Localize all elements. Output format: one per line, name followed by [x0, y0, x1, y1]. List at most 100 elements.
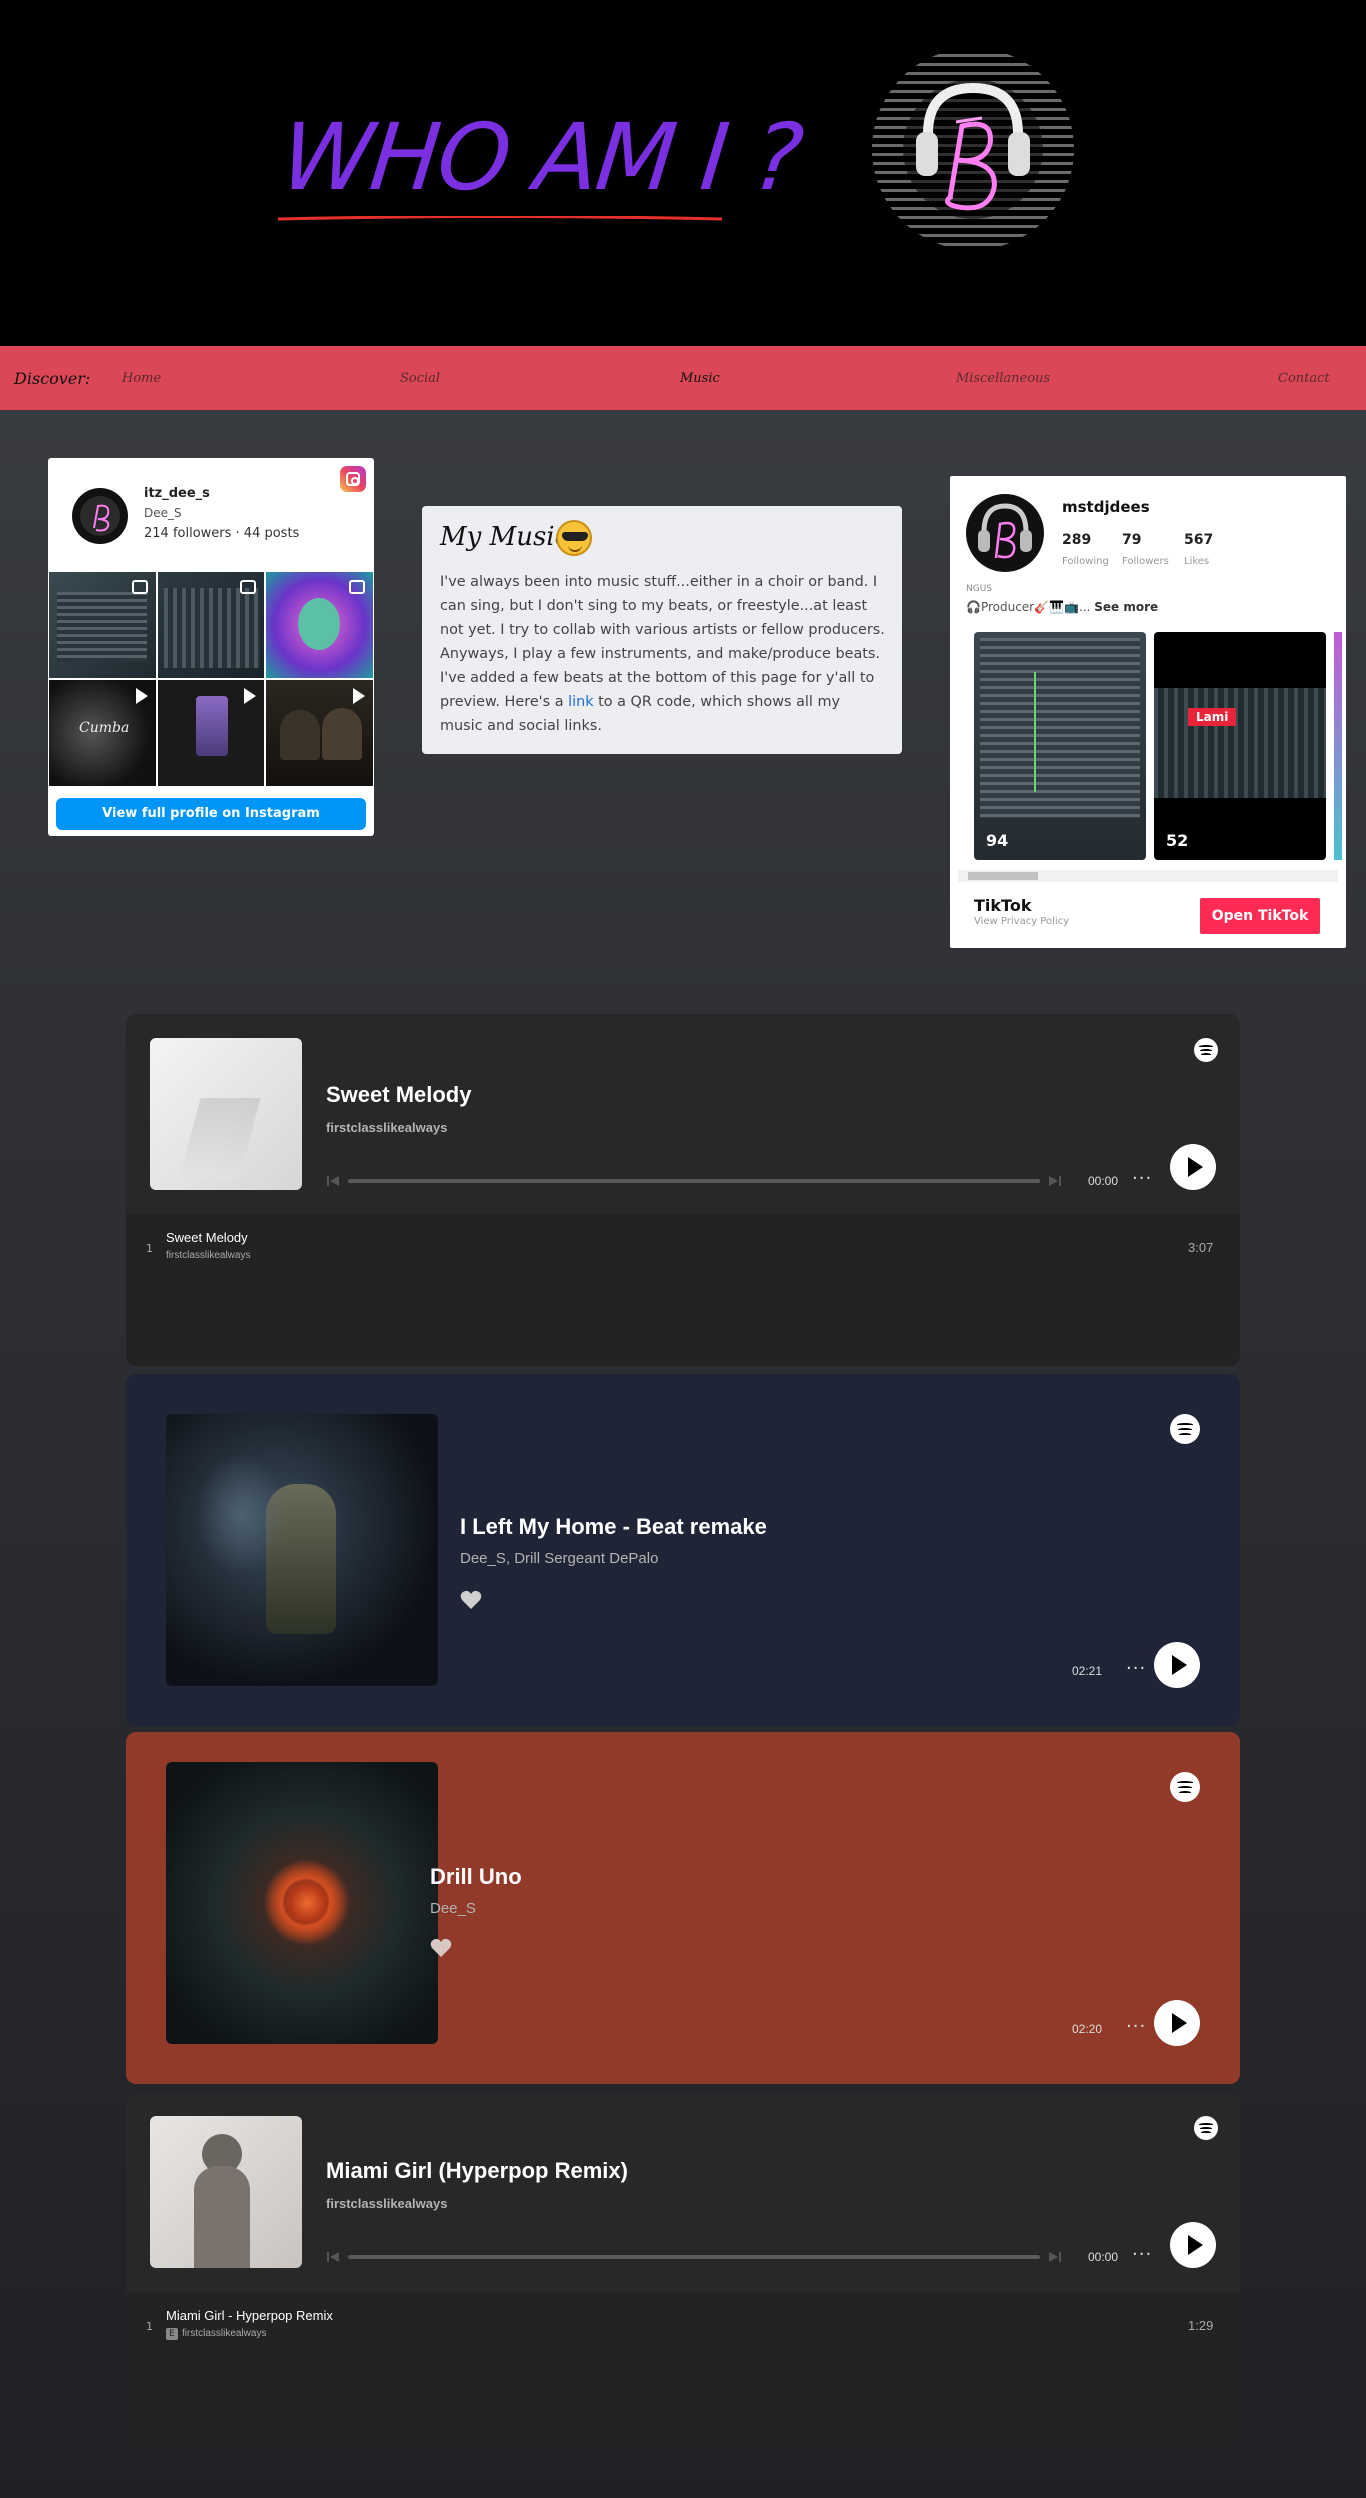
tiktok-view-count: 94	[986, 831, 1009, 850]
spotify-icon[interactable]	[1194, 1038, 1218, 1062]
album-art[interactable]	[166, 1762, 438, 2044]
spotify-embed: Drill Uno Dee_S 02:20 ···	[126, 1732, 1240, 2084]
tiktok-embed: mstdjdees 289 Following 79 Followers 567…	[950, 476, 1346, 948]
qr-code-link[interactable]: link	[568, 694, 593, 710]
play-button[interactable]	[1170, 2222, 1216, 2268]
more-options-icon[interactable]: ···	[1132, 1168, 1152, 1189]
video-icon	[352, 688, 365, 704]
logo-monogram-icon	[903, 79, 1043, 219]
spotify-icon[interactable]	[1170, 1772, 1200, 1802]
instagram-display-name: Dee_S	[144, 506, 182, 520]
tiktok-username[interactable]: mstdjdees	[1062, 498, 1150, 516]
instagram-avatar[interactable]	[72, 488, 128, 544]
instagram-stats: 214 followers · 44 posts	[144, 526, 300, 541]
track-title[interactable]: Drill Uno	[430, 1864, 522, 1890]
tiktok-likes-label: Likes	[1184, 556, 1210, 567]
instagram-post[interactable]: Cumba	[49, 680, 156, 786]
track-list: 1 Miami Girl - Hyperpop Remix E firstcla…	[126, 2292, 1240, 2446]
track-artist[interactable]: Dee_S	[430, 1900, 476, 1917]
heart-icon[interactable]	[460, 1590, 482, 1610]
instagram-username[interactable]: itz_dee_s	[144, 486, 210, 501]
instagram-post-text: Cumba	[79, 720, 130, 736]
track-artist[interactable]: firstclasslikealways	[326, 2196, 447, 2211]
nav-social[interactable]: Social	[400, 371, 440, 386]
instagram-icon[interactable]	[340, 466, 366, 492]
tiktok-video[interactable]: Lami 52	[1154, 632, 1326, 860]
nav-music[interactable]: Music	[680, 371, 720, 386]
track-artist[interactable]: Dee_S, Drill Sergeant DePalo	[460, 1550, 658, 1567]
spotify-embed: I Left My Home - Beat remake Dee_S, Dril…	[126, 1374, 1240, 1726]
tiktok-video-label: Lami	[1188, 708, 1237, 726]
track-title[interactable]: I Left My Home - Beat remake	[460, 1514, 767, 1540]
track-title[interactable]: Miami Girl (Hyperpop Remix)	[326, 2158, 628, 2184]
my-music-title: My Music	[440, 522, 570, 552]
spotify-embed: Sweet Melody firstclasslikealways 00:00 …	[126, 1014, 1240, 1366]
skip-back-icon[interactable]	[326, 2250, 340, 2264]
nav-bar: Discover: Home Social Music Miscellaneou…	[0, 346, 1366, 410]
track-duration: 1:29	[1188, 2318, 1214, 2333]
track-time: 00:00	[1088, 1174, 1119, 1188]
track-title[interactable]: Sweet Melody	[326, 1082, 471, 1108]
track-number: 1	[146, 1242, 153, 1255]
track-list: 1 Sweet Melody firstclasslikealways 3:07	[126, 1214, 1240, 1366]
track-duration: 3:07	[1188, 1240, 1214, 1255]
tiktok-video[interactable]: 94	[974, 632, 1146, 860]
view-instagram-profile-button[interactable]: View full profile on Instagram	[56, 798, 366, 830]
explicit-badge: E	[166, 2328, 178, 2340]
spotify-icon[interactable]	[1194, 2116, 1218, 2140]
tiktok-followers-count: 79	[1122, 532, 1142, 548]
album-art[interactable]	[150, 1038, 302, 1190]
track-number: 1	[146, 2320, 153, 2333]
more-options-icon[interactable]: ···	[1132, 2244, 1152, 2265]
album-art[interactable]	[150, 2116, 302, 2268]
tiktok-followers-label: Followers	[1122, 556, 1169, 567]
tiktok-following-label: Following	[1062, 556, 1109, 567]
nav-home[interactable]: Home	[122, 371, 161, 386]
page-title: WHO AM I ?	[276, 104, 807, 211]
sunglasses-emoji-icon	[556, 520, 592, 556]
heart-icon[interactable]	[430, 1938, 452, 1958]
tiktok-subtitle: NGUS	[966, 584, 993, 594]
more-options-icon[interactable]: ···	[1126, 2016, 1146, 2037]
nav-miscellaneous[interactable]: Miscellaneous	[956, 371, 1050, 386]
progress-bar[interactable]	[348, 1179, 1040, 1183]
skip-forward-icon[interactable]	[1048, 1174, 1062, 1188]
skip-back-icon[interactable]	[326, 1174, 340, 1188]
tiktok-bio: 🎧Producer🎸🎹📺... See more	[966, 600, 1159, 614]
tiktok-scrollbar[interactable]	[958, 870, 1338, 882]
reel-icon	[240, 580, 257, 594]
play-button[interactable]	[1170, 1144, 1216, 1190]
video-icon	[244, 688, 257, 704]
instagram-post[interactable]	[49, 572, 156, 678]
tiktok-avatar[interactable]	[966, 494, 1044, 572]
title-underline	[277, 216, 723, 221]
open-tiktok-button[interactable]: Open TikTok	[1200, 898, 1320, 934]
track-time: 02:20	[1072, 2022, 1103, 2036]
track-artist[interactable]: firstclasslikealways	[326, 1120, 447, 1135]
play-button[interactable]	[1154, 2000, 1200, 2046]
tiktok-view-count: 52	[1166, 831, 1189, 850]
nav-contact[interactable]: Contact	[1278, 371, 1330, 386]
hero-header: WHO AM I ?	[0, 0, 1366, 346]
album-art[interactable]	[166, 1414, 438, 1686]
db-monogram-logo	[872, 48, 1074, 250]
see-more-link[interactable]: See more	[1094, 600, 1158, 614]
play-button[interactable]	[1154, 1642, 1200, 1688]
instagram-post[interactable]	[266, 680, 373, 786]
track-time: 00:00	[1088, 2250, 1119, 2264]
track-row-title: Sweet Melody	[166, 1230, 248, 1245]
progress-bar[interactable]	[348, 2255, 1040, 2259]
more-options-icon[interactable]: ···	[1126, 1658, 1146, 1679]
my-music-card: My Music I've always been into music stu…	[422, 506, 902, 754]
track-row-artist: firstclasslikealways	[166, 1250, 251, 1261]
reel-icon	[348, 580, 365, 594]
instagram-post[interactable]	[266, 572, 373, 678]
spotify-icon[interactable]	[1170, 1414, 1200, 1444]
instagram-post[interactable]	[157, 572, 265, 678]
tiktok-privacy-policy-link[interactable]: View Privacy Policy	[974, 916, 1069, 927]
instagram-post[interactable]	[157, 680, 265, 786]
skip-forward-icon[interactable]	[1048, 2250, 1062, 2264]
instagram-embed: itz_dee_s Dee_S 214 followers · 44 posts…	[48, 458, 374, 836]
instagram-post-grid: Cumba	[49, 572, 373, 786]
tiktok-likes-count: 567	[1184, 532, 1214, 548]
